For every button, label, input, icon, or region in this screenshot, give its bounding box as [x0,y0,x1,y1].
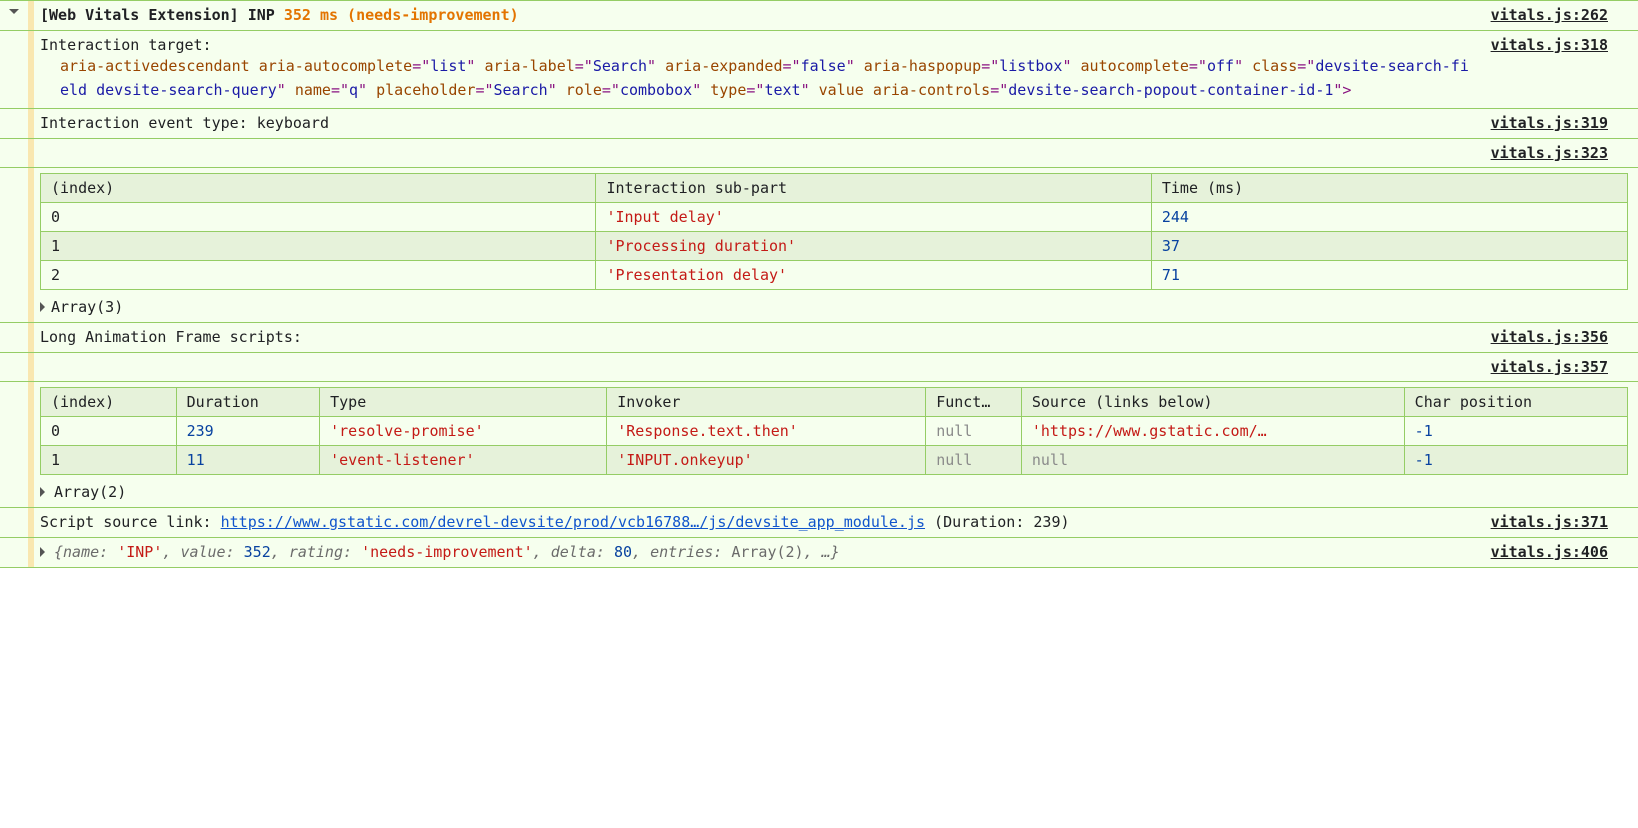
table-header-index[interactable]: (index) [41,174,596,203]
table-row: 0'Input delay'244 [41,203,1628,232]
cell-index: 2 [41,261,596,290]
cell-charpos: -1 [1404,417,1627,446]
table-row: 0239'resolve-promise''Response.text.then… [41,417,1628,446]
cell-index: 1 [41,446,177,475]
cell-subpart: 'Input delay' [596,203,1151,232]
table-header[interactable]: Type [320,388,607,417]
script-source-suffix: (Duration: 239) [925,513,1070,531]
inp-value: 352 ms (needs-improvement) [284,6,519,24]
log-level-marker [28,139,34,167]
source-link[interactable]: vitals.js:406 [1479,538,1638,566]
chevron-right-icon [40,547,50,557]
source-link[interactable]: vitals.js:262 [1479,1,1638,29]
disclosure-toggle[interactable] [0,1,28,30]
source-link[interactable]: vitals.js:357 [1479,353,1638,381]
cell-duration: 239 [176,417,320,446]
log-prefix: [Web Vitals Extension] INP [40,6,275,24]
array-label: Array(3) [51,298,123,316]
console-message-event-type: Interaction event type: keyboard vitals.… [0,109,1638,139]
console-table-scripts: (index)DurationTypeInvokerFunct…Source (… [0,382,1638,508]
cell-invoker: 'INPUT.onkeyup' [607,446,926,475]
table-header[interactable]: Invoker [607,388,926,417]
scripts-table: (index)DurationTypeInvokerFunct…Source (… [40,387,1628,475]
console-table-header-source: vitals.js:323 [0,139,1638,168]
source-link[interactable]: vitals.js:319 [1479,109,1638,137]
source-link[interactable]: vitals.js:323 [1479,139,1638,167]
cell-subpart: 'Presentation delay' [596,261,1151,290]
cell-subpart: 'Processing duration' [596,232,1151,261]
cell-function: null [926,417,1022,446]
interaction-sub-part-table: (index) Interaction sub-part Time (ms) 0… [40,173,1628,290]
interaction-target-label: Interaction target: [40,36,1473,54]
console-message-summary[interactable]: [Web Vitals Extension] INP 352 ms (needs… [0,0,1638,31]
table-header-subpart[interactable]: Interaction sub-part [596,174,1151,203]
chevron-right-icon [40,302,50,312]
cell-source: null [1021,446,1404,475]
cell-time: 37 [1151,232,1627,261]
cell-index: 0 [41,417,177,446]
console-message-object[interactable]: {name: 'INP', value: 352, rating: 'needs… [0,538,1638,568]
table-header[interactable]: Funct… [926,388,1022,417]
chevron-right-icon [40,487,50,497]
laf-scripts-label: Long Animation Frame scripts: [40,328,302,346]
cell-charpos: -1 [1404,446,1627,475]
element-preview[interactable]: aria-activedescendant aria-autocomplete=… [40,54,1473,102]
table-header-time[interactable]: Time (ms) [1151,174,1627,203]
table-row: 2'Presentation delay'71 [41,261,1628,290]
array-label: Array(2) [54,483,126,501]
object-disclosure[interactable]: {name: 'INP', value: 352, rating: 'needs… [40,543,840,561]
console-table-header-source: vitals.js:357 [0,353,1638,382]
cell-function: null [926,446,1022,475]
cell-source: 'https://www.gstatic.com/… [1021,417,1404,446]
table-header[interactable]: Duration [176,388,320,417]
cell-type: 'event-listener' [320,446,607,475]
script-source-link[interactable]: https://www.gstatic.com/devrel-devsite/p… [221,513,925,531]
console-table-interaction-parts: (index) Interaction sub-part Time (ms) 0… [0,168,1638,323]
array-disclosure[interactable]: Array(3) [40,294,123,316]
table-row: 111'event-listener''INPUT.onkeyup'nullnu… [41,446,1628,475]
source-link[interactable]: vitals.js:371 [1479,508,1638,536]
script-source-prefix: Script source link: [40,513,221,531]
cell-type: 'resolve-promise' [320,417,607,446]
cell-invoker: 'Response.text.then' [607,417,926,446]
array-disclosure[interactable]: Array(2) [40,479,126,501]
console-message-script-source: Script source link: https://www.gstatic.… [0,508,1638,538]
table-header[interactable]: Char position [1404,388,1627,417]
chevron-down-icon [9,9,19,19]
cell-duration: 11 [176,446,320,475]
console-message-laf-scripts: Long Animation Frame scripts: vitals.js:… [0,323,1638,353]
cell-time: 71 [1151,261,1627,290]
cell-index: 0 [41,203,596,232]
object-preview: {name: 'INP', value: 352, rating: 'needs… [54,543,840,561]
source-link[interactable]: vitals.js:356 [1479,323,1638,351]
source-link[interactable]: vitals.js:318 [1479,31,1638,59]
log-level-marker [28,353,34,381]
table-header[interactable]: (index) [41,388,177,417]
interaction-event-type: Interaction event type: keyboard [40,114,329,132]
table-header[interactable]: Source (links below) [1021,388,1404,417]
cell-index: 1 [41,232,596,261]
console-message-interaction-target: Interaction target: aria-activedescendan… [0,31,1638,109]
table-row: 1'Processing duration'37 [41,232,1628,261]
cell-time: 244 [1151,203,1627,232]
